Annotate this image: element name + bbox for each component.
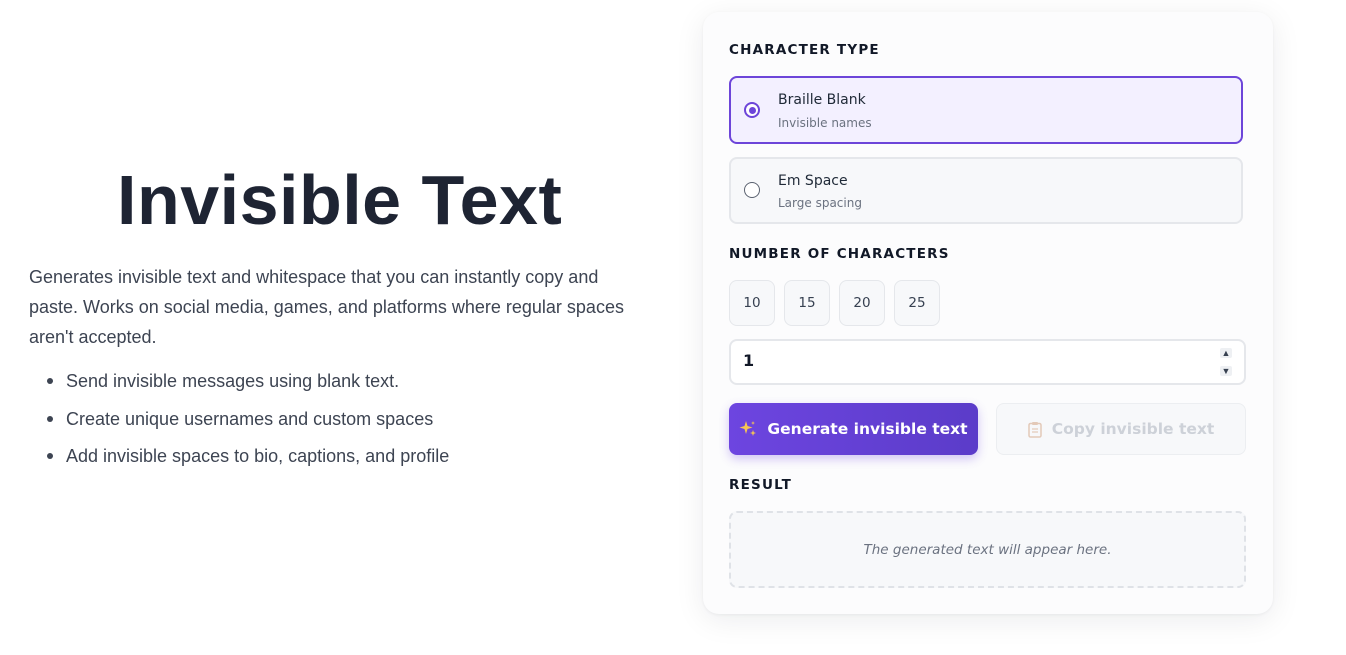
option-title: Em Space — [778, 173, 848, 189]
result-label: RESULT — [729, 477, 793, 493]
spin-down-icon[interactable]: ▼ — [1220, 366, 1232, 376]
spin-up-icon[interactable]: ▲ — [1220, 348, 1232, 358]
option-title: Braille Blank — [778, 92, 866, 108]
sparkles-icon — [739, 421, 757, 436]
generate-button[interactable]: Generate invisible text — [729, 403, 978, 455]
generate-button-label: Generate invisible text — [767, 420, 968, 438]
feature-item: Create unique usernames and custom space… — [46, 408, 449, 430]
clipboard-icon — [1027, 421, 1042, 438]
result-box[interactable]: The generated text will appear here. — [729, 511, 1246, 588]
number-of-characters-label: NUMBER OF CHARACTERS — [729, 246, 950, 262]
radio-button-selected[interactable] — [744, 102, 760, 118]
feature-item: Add invisible spaces to bio, captions, a… — [46, 446, 450, 466]
preset-25-button[interactable]: 25 — [894, 280, 940, 326]
feature-item: Send invisible messages using blank text… — [46, 370, 449, 392]
option-subtitle: Invisible names — [778, 116, 872, 130]
page-title: Invisible Text — [117, 161, 563, 239]
preset-15-button[interactable]: 15 — [784, 280, 830, 326]
preset-group: 10 15 20 25 — [729, 280, 940, 326]
copy-button-label: Copy invisible text — [1051, 420, 1215, 438]
copy-button[interactable]: Copy invisible text — [996, 403, 1246, 455]
character-count-input[interactable] — [743, 351, 1193, 370]
hero-description: Generates invisible text and whitespace … — [29, 267, 624, 347]
result-placeholder: The generated text will appear here. — [863, 541, 1112, 558]
option-braille-blank[interactable]: Braille Blank Invisible names — [729, 76, 1243, 144]
preset-20-button[interactable]: 20 — [839, 280, 885, 326]
preset-10-button[interactable]: 10 — [729, 280, 775, 326]
character-count-field: ▲ ▼ — [729, 339, 1246, 385]
option-em-space[interactable]: Em Space Large spacing — [729, 157, 1243, 224]
feature-list: Send invisible messages using blank text… — [29, 370, 449, 483]
option-subtitle: Large spacing — [778, 196, 862, 210]
generator-card: CHARACTER TYPE Braille Blank Invisible n… — [703, 12, 1273, 614]
character-type-label: CHARACTER TYPE — [729, 42, 880, 58]
radio-button[interactable] — [744, 182, 760, 198]
